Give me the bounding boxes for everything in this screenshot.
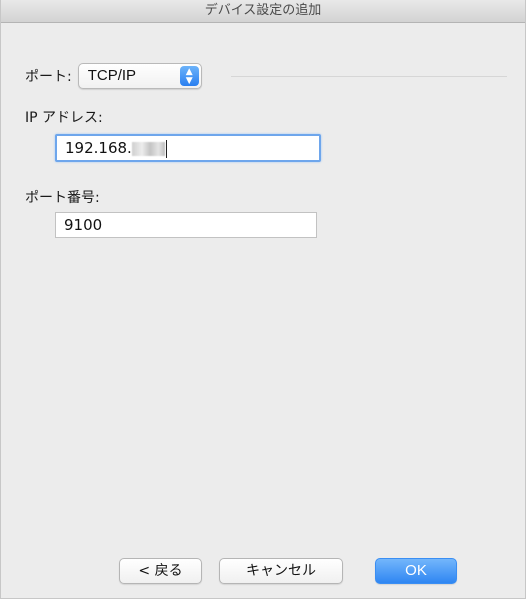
port-label: ポート: [25, 69, 72, 85]
text-caret [165, 139, 167, 158]
window-title: デバイス設定の追加 [1, 0, 525, 23]
redacted-ip-segment [131, 141, 165, 156]
dialog-window: デバイス設定の追加 ポート: TCP/IP ▲ ▼ IP アドレス: 192.16… [0, 0, 526, 599]
port-row: ポート: TCP/IP ▲ ▼ [25, 62, 202, 90]
port-number-label: ポート番号: [25, 190, 100, 206]
port-number-input[interactable]: 9100 [55, 212, 317, 238]
ok-button[interactable]: OK [375, 558, 457, 584]
port-select-value: TCP/IP [87, 67, 137, 84]
ip-address-input[interactable]: 192.168. [55, 134, 321, 162]
ip-address-value: 192.168. [65, 139, 132, 157]
cancel-button[interactable]: キャンセル [219, 558, 343, 584]
up-down-arrows-icon: ▲ ▼ [179, 66, 199, 86]
ip-address-label: IP アドレス: [25, 110, 103, 126]
back-button[interactable]: < 戻る [119, 558, 202, 584]
section-divider [231, 76, 507, 77]
port-select[interactable]: TCP/IP ▲ ▼ [77, 63, 202, 89]
